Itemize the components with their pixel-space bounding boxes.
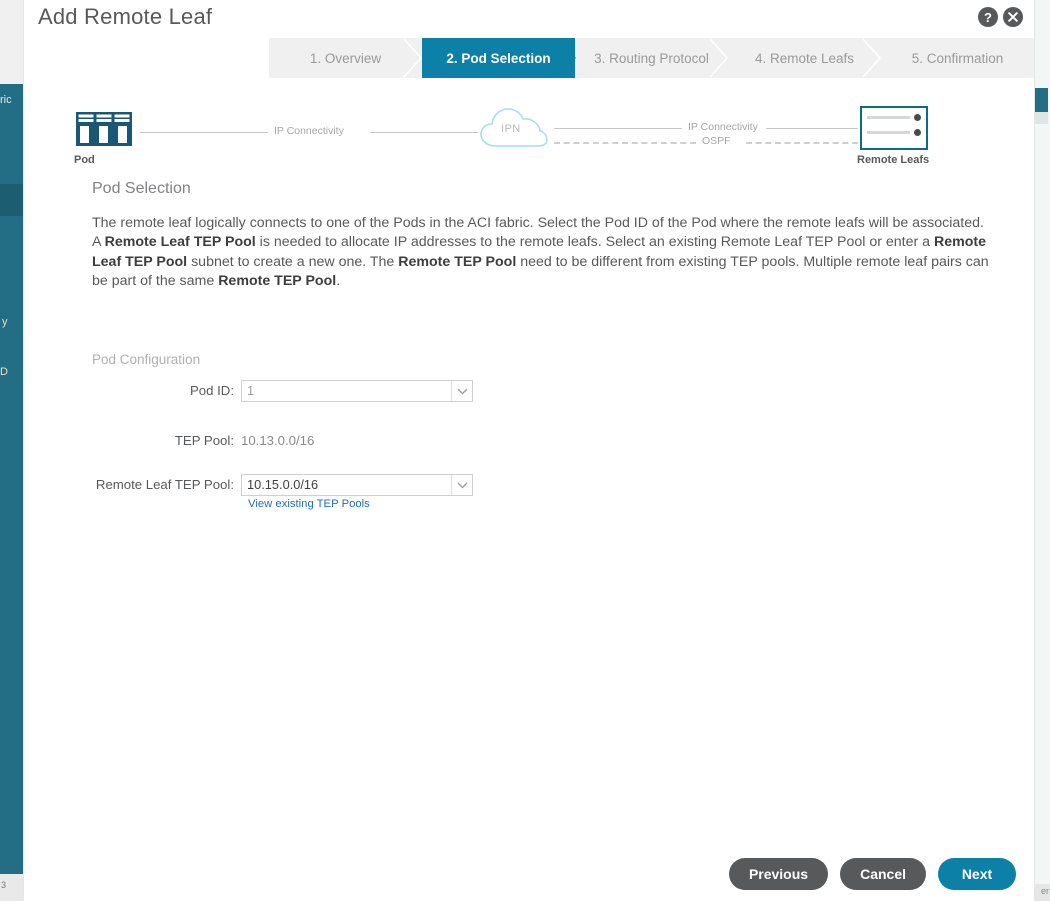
wizard-step-1[interactable]: 1. Overview [269,38,423,78]
remote-leaf-tep-pool-value: 10.15.0.0/16 [247,477,319,492]
next-button[interactable]: Next [938,858,1016,890]
description-text: is needed to allocate IP addresses to th… [255,234,934,251]
background-sidebar-text-fragment-3: D [0,366,8,378]
svg-text:?: ? [984,10,992,25]
page-scrollbar-thumb[interactable] [1035,88,1048,112]
topology-link-1b [370,132,478,133]
wizard-step-bar: 1. Overview 2. Pod Selection 3. Routing … [269,38,1034,78]
wizard-step-2-label: 2. Pod Selection [446,50,551,66]
background-sidebar-active-item[interactable] [0,184,23,216]
wizard-step-5-label: 5. Confirmation [911,50,1004,66]
pod-configuration-form: Pod ID: 1 TEP Pool: 10.13.0.0/16 Remote … [24,380,1034,510]
pod-label: Pod [74,154,95,166]
form-legend: Pod Configuration [92,352,201,367]
wizard-step-3-label: 3. Routing Protocol [594,50,709,66]
background-right-fragment: er [1040,886,1049,896]
form-row-pod-id: Pod ID: 1 [24,380,1034,402]
form-row-remote-leaf-tep-pool: Remote Leaf TEP Pool: 10.15.0.0/16 View … [24,474,1034,510]
remote-leaf-row [867,129,921,136]
close-icon[interactable] [1003,7,1023,27]
step-active-arrow-icon [556,38,576,78]
topology-diagram: Pod IP Connectivity IPN IP Connectivity … [24,96,1034,176]
add-remote-leaf-dialog: Add Remote Leaf ? 1. Overview 2. Pod Sel… [23,0,1035,901]
view-existing-tep-pools-link[interactable]: View existing TEP Pools [248,498,370,510]
step-separator-icon [862,38,882,78]
tep-pool-value: 10.13.0.0/16 [241,433,315,448]
wizard-step-4[interactable]: 4. Remote Leafs [728,38,882,78]
screen-root: ric y D 3 er Add Remote Leaf ? 1. Overvi… [0,0,1050,901]
header-icon-group: ? [978,7,1023,27]
page-scrollbar-track[interactable] [1035,112,1048,124]
form-row-tep-pool: TEP Pool: 10.13.0.0/16 [24,430,1034,452]
remote-leaf-bar [867,131,910,134]
wizard-step-2[interactable]: 2. Pod Selection [422,38,576,78]
topology-link-2b [766,128,858,129]
pod-id-label: Pod ID: [190,383,234,398]
background-top-strip [0,0,24,84]
pod-id-value: 1 [247,383,255,398]
description-text: subnet to create a new one. The [187,253,399,270]
wizard-step-4-label: 4. Remote Leafs [754,50,855,66]
remote-leaf-bar [867,116,910,119]
pod-icon [76,112,132,146]
remote-leaf-status-dot-icon [914,114,921,121]
page-title: Add Remote Leaf [38,4,213,29]
topology-link-1-label: IP Connectivity [274,125,344,137]
description-emphasis: Remote TEP Pool [398,253,517,270]
remote-leaf-row [867,114,921,121]
wizard-step-1-label: 1. Overview [309,50,382,66]
section-description: The remote leaf logically connects to on… [92,214,992,292]
ipn-label: IPN [501,123,521,135]
step-separator-icon [403,38,423,78]
wizard-step-5[interactable]: 5. Confirmation [881,38,1034,78]
dialog-header: Add Remote Leaf ? [24,0,1034,36]
description-text: . [336,273,341,290]
topology-link-2-label: IP Connectivity [688,121,758,133]
dialog-footer: Previous Cancel Next [24,858,1034,892]
tep-pool-label: TEP Pool: [174,433,234,448]
cancel-button[interactable]: Cancel [840,858,926,890]
remote-leaf-status-dot-icon [914,129,921,136]
remote-leafs-label: Remote Leafs [857,154,930,166]
topology-ospf-link-b [746,142,858,144]
background-sidebar-text-fragment-1: ric [0,94,12,106]
description-emphasis: Remote Leaf TEP Pool [104,234,256,251]
chevron-down-icon[interactable] [451,475,472,495]
topology-ospf-link-a [554,142,696,144]
background-bottom-left-fragment: 3 [1,880,7,890]
step-separator-icon [709,38,729,78]
wizard-step-3[interactable]: 3. Routing Protocol [575,38,729,78]
remote-leaf-tep-pool-label: Remote Leaf TEP Pool: [95,477,234,492]
chevron-down-icon[interactable] [451,381,472,401]
topology-ospf-label: OSPF [702,135,731,147]
description-emphasis: Remote TEP Pool [218,273,337,290]
previous-button[interactable]: Previous [728,858,829,890]
remote-leafs-icon [860,106,928,150]
help-icon[interactable]: ? [978,7,998,27]
remote-leaf-tep-pool-select[interactable]: 10.15.0.0/16 [241,474,473,496]
section-title: Pod Selection [92,180,191,197]
topology-link-1a [140,132,268,133]
background-sidebar-text-fragment-2: y [2,316,8,328]
topology-link-2a [554,128,682,129]
pod-id-select[interactable]: 1 [241,380,473,402]
